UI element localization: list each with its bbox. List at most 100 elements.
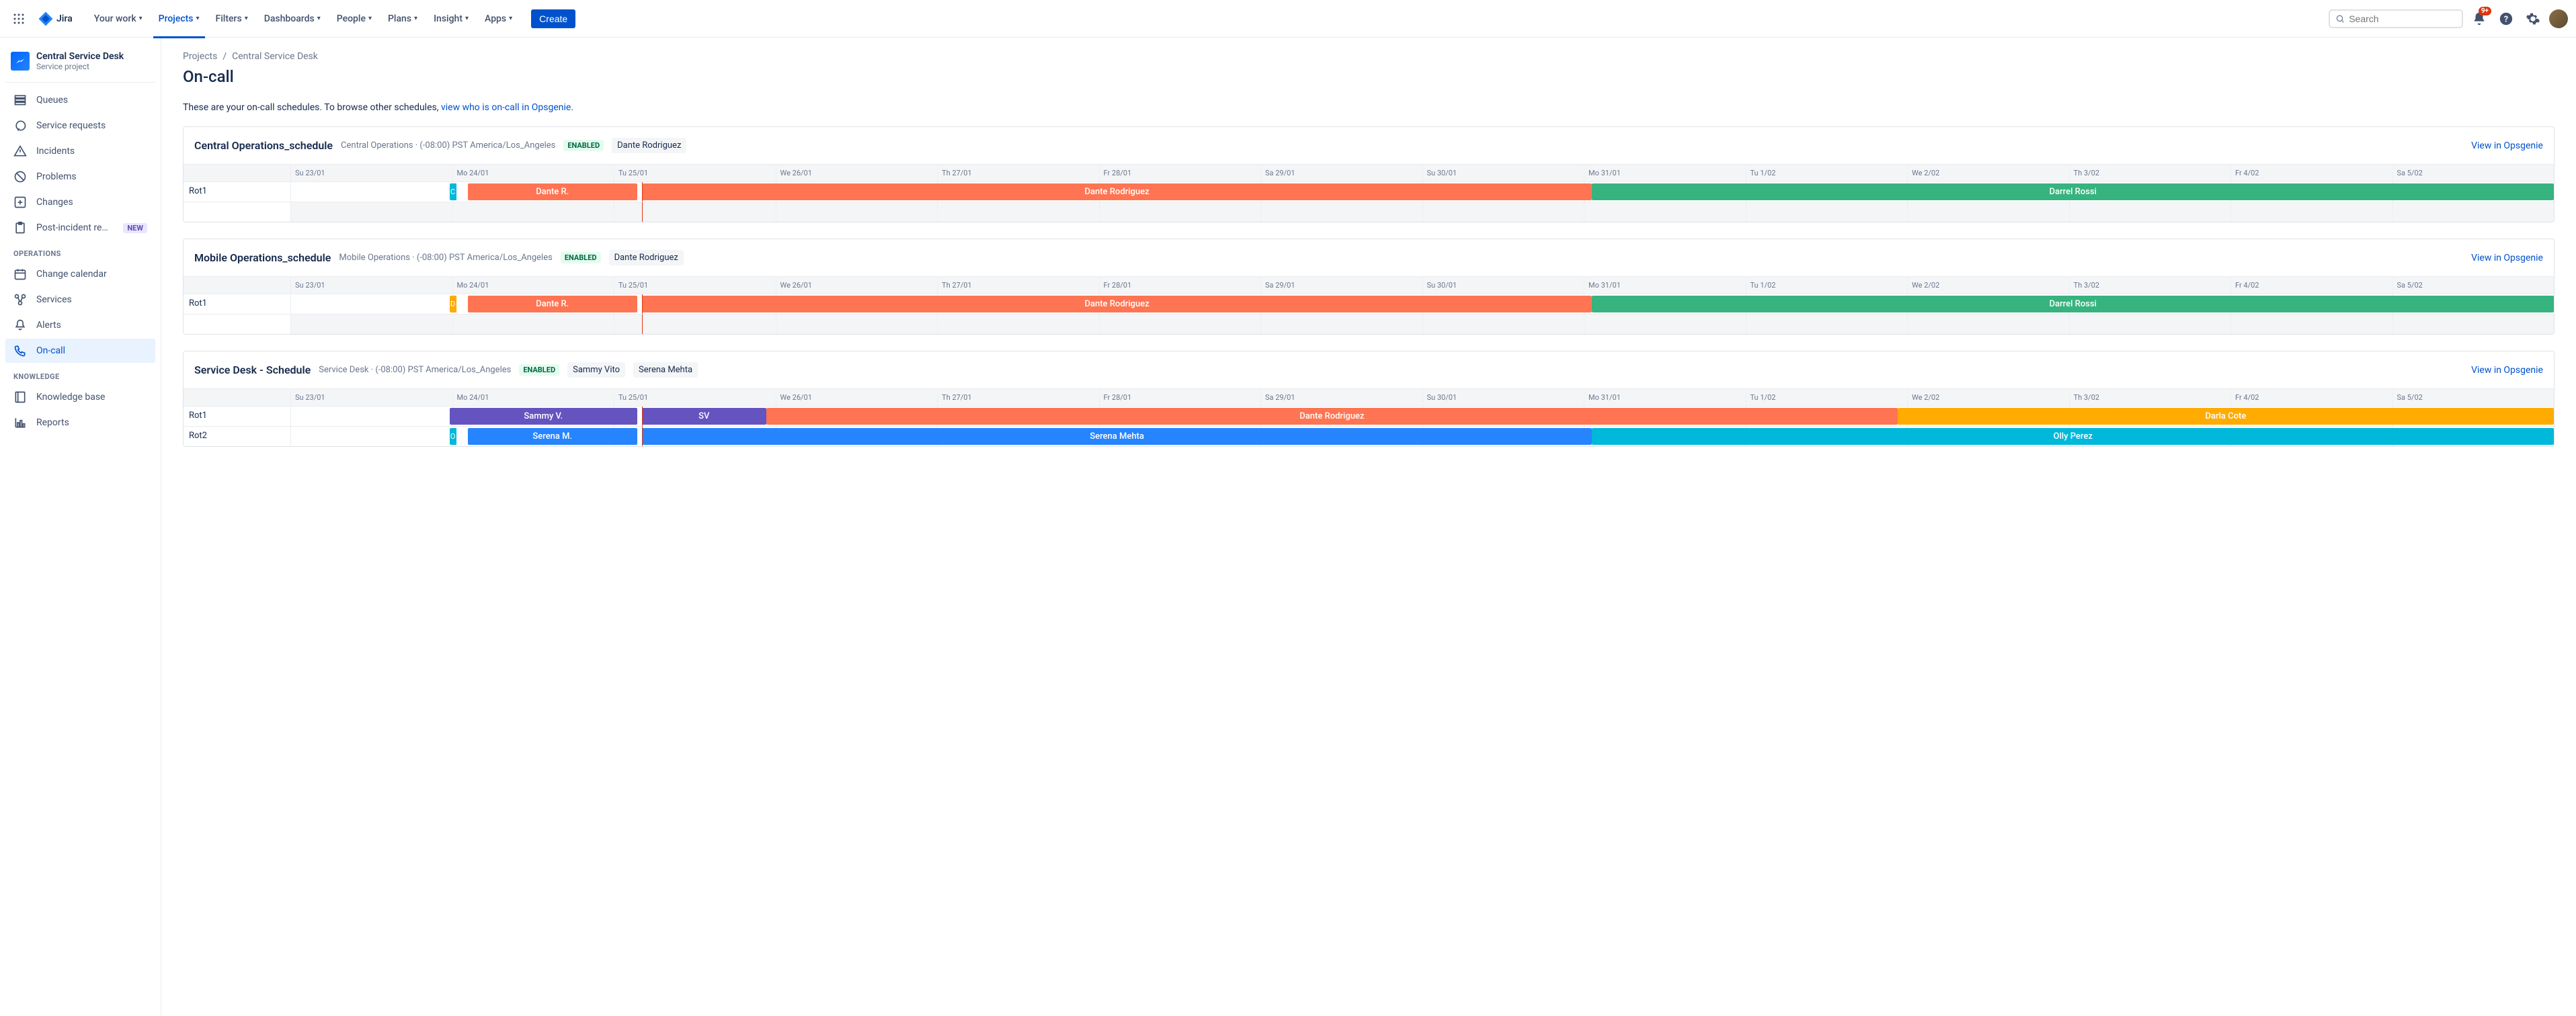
sidebar-item-post-incident[interactable]: Post-incident re…NEW [5, 216, 155, 240]
nav-item-projects[interactable]: Projects▾ [153, 11, 205, 27]
operations-section-label: OPERATIONS [5, 241, 155, 261]
search-input[interactable] [2349, 13, 2456, 24]
nav-item-label: Insight [434, 13, 462, 24]
timeline-day: Fr 4/02 [2231, 165, 2393, 181]
rotation-bar[interactable]: SV [642, 408, 766, 425]
breadcrumb-projects[interactable]: Projects [183, 51, 217, 62]
knowledge-section-label: KNOWLEDGE [5, 364, 155, 384]
timeline-day: We 26/01 [776, 277, 938, 294]
rotation-bar[interactable]: Dante Rodriguez [642, 296, 1593, 312]
row-label-spacer [184, 165, 291, 181]
project-header[interactable]: Central Service Desk Service project [5, 51, 155, 83]
view-in-opsgenie-link[interactable]: View in Opsgenie [2471, 140, 2543, 151]
sidebar-item-knowledge-base[interactable]: Knowledge base [5, 385, 155, 409]
rotation-row: Rot1 DDante R.Dante RodriguezDarrel Ross… [184, 294, 2554, 314]
timeline-day: Th 3/02 [2070, 165, 2232, 181]
rotation-row: Rot2 OSerena M.Serena MehtaOlly Perez [184, 426, 2554, 446]
notifications-button[interactable]: 9+ [2468, 8, 2490, 30]
top-nav: Jira Your work▾Projects▾Filters▾Dashboar… [0, 0, 2576, 38]
rotation-bar[interactable]: Olly Perez [1592, 428, 2554, 445]
sidebar-item-on-call[interactable]: On-call [5, 339, 155, 363]
sidebar-item-queues[interactable]: Queues [5, 88, 155, 112]
chevron-down-icon: ▾ [139, 15, 143, 22]
jira-logo[interactable]: Jira [32, 11, 78, 27]
rotation-bar[interactable]: Dante Rodriguez [642, 183, 1593, 200]
sidebar-item-alerts[interactable]: Alerts [5, 313, 155, 337]
chevron-down-icon: ▾ [368, 15, 372, 22]
rotation-bar[interactable]: Darrel Rossi [1592, 183, 2554, 200]
breadcrumb-separator: / [223, 51, 227, 62]
empty-label [184, 202, 291, 222]
rotation-bar[interactable]: Darrel Rossi [1592, 296, 2554, 312]
create-button[interactable]: Create [531, 9, 575, 28]
project-subtitle: Service project [36, 62, 124, 71]
nav-item-plans[interactable]: Plans▾ [383, 11, 423, 27]
empty-row [184, 314, 2554, 334]
rotation-bar[interactable]: Sammy V. [450, 408, 637, 425]
rotation-track: Sammy V. SVDante RodriguezDarla Cote [291, 407, 2554, 426]
participant-chip[interactable]: Sammy Vito [567, 362, 625, 378]
sidebar-item-label: Post-incident re… [36, 222, 108, 233]
rotation-bar[interactable]: Dante R. [468, 296, 637, 312]
nav-item-apps[interactable]: Apps▾ [479, 11, 518, 27]
timeline-day: Sa 5/02 [2393, 389, 2554, 406]
user-avatar[interactable] [2549, 9, 2568, 28]
timeline-day: Th 3/02 [2070, 389, 2232, 406]
nav-item-insight[interactable]: Insight▾ [428, 11, 474, 27]
timeline-day: Tu 1/02 [1746, 165, 1908, 181]
breadcrumb-project-name[interactable]: Central Service Desk [232, 51, 318, 62]
search-box[interactable] [2329, 9, 2463, 28]
help-button[interactable]: ? [2495, 8, 2517, 30]
timeline-day: Mo 24/01 [453, 277, 615, 294]
chevron-down-icon: ▾ [317, 15, 321, 22]
participant-chip[interactable]: Dante Rodriguez [609, 250, 684, 265]
settings-button[interactable] [2522, 8, 2544, 30]
participant-chip[interactable]: Dante Rodriguez [612, 138, 686, 153]
schedule-card: Service Desk - Schedule Service Desk · (… [183, 351, 2554, 447]
rotation-stub[interactable]: D [450, 296, 456, 312]
rotation-bar[interactable]: Serena M. [468, 428, 637, 445]
rotation-track: O Serena M. Serena MehtaOlly Perez [291, 427, 2554, 446]
nav-item-people[interactable]: People▾ [331, 11, 377, 27]
timeline-day: Th 27/01 [938, 165, 1100, 181]
rotation-bar[interactable]: Serena Mehta [642, 428, 1593, 445]
participant-chip[interactable]: Serena Mehta [633, 362, 698, 378]
sidebar-item-services[interactable]: Services [5, 288, 155, 312]
chevron-down-icon: ▾ [245, 15, 248, 22]
sidebar-item-reports[interactable]: Reports [5, 411, 155, 435]
sidebar-item-problems[interactable]: Problems [5, 165, 155, 189]
timeline-day: We 26/01 [776, 165, 938, 181]
nav-item-label: Filters [216, 13, 242, 24]
rotation-stub[interactable]: C [450, 183, 456, 200]
schedule-name: Central Operations_schedule [194, 139, 333, 152]
app-switcher[interactable] [8, 8, 30, 30]
rotation-bar[interactable]: Darla Cote [1898, 408, 2554, 425]
intro-text: These are your on-call schedules. To bro… [183, 102, 2554, 113]
rotation-row: Rot1 CDante R.Dante RodriguezDarrel Ross… [184, 181, 2554, 202]
timeline-day: Su 23/01 [291, 277, 453, 294]
schedule-meta: Central Operations · (-08:00) PST Americ… [341, 140, 555, 151]
nav-items: Your work▾Projects▾Filters▾Dashboards▾Pe… [86, 11, 520, 27]
timeline-header: Su 23/01Mo 24/01Tu 25/01We 26/01Th 27/01… [184, 164, 2554, 181]
timeline-day: Sa 29/01 [1261, 165, 1423, 181]
sidebar-item-label: Services [36, 294, 72, 305]
sidebar-item-change-calendar[interactable]: Change calendar [5, 262, 155, 286]
opsgenie-link[interactable]: view who is on-call in Opsgenie [441, 102, 571, 113]
rotation-bar[interactable]: Dante R. [468, 183, 637, 200]
nav-item-filters[interactable]: Filters▾ [210, 11, 253, 27]
schedule-header: Mobile Operations_schedule Mobile Operat… [184, 239, 2554, 276]
view-in-opsgenie-link[interactable]: View in Opsgenie [2471, 253, 2543, 263]
nav-item-label: Projects [159, 13, 194, 24]
timeline-day: Fr 4/02 [2231, 389, 2393, 406]
sidebar-item-service-requests[interactable]: Service requests [5, 114, 155, 138]
sidebar-item-incidents[interactable]: Incidents [5, 139, 155, 163]
sidebar-item-changes[interactable]: Changes [5, 190, 155, 214]
chat-icon [13, 119, 27, 132]
timeline-day: Tu 1/02 [1746, 389, 1908, 406]
rotation-stub[interactable]: O [450, 428, 456, 445]
nav-item-dashboards[interactable]: Dashboards▾ [259, 11, 326, 27]
view-in-opsgenie-link[interactable]: View in Opsgenie [2471, 365, 2543, 376]
warning-icon [13, 144, 27, 158]
rotation-bar[interactable]: Dante Rodriguez [766, 408, 1898, 425]
nav-item-your-work[interactable]: Your work▾ [89, 11, 148, 27]
